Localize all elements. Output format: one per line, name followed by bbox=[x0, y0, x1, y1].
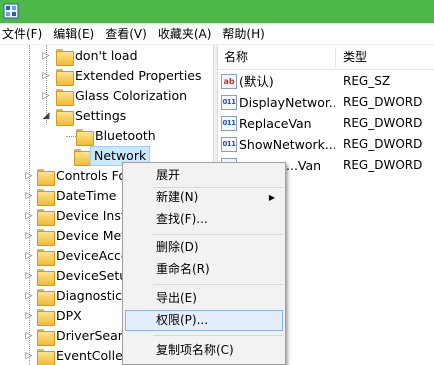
folder-icon bbox=[37, 189, 55, 206]
tree-item-dont-load[interactable]: ▷ don't load bbox=[0, 46, 213, 66]
collapse-arrow-icon[interactable]: ◢ bbox=[41, 110, 51, 122]
expand-arrow-icon[interactable]: ▷ bbox=[41, 90, 51, 102]
folder-icon bbox=[56, 69, 74, 86]
menu-item-export[interactable]: 导出(E) bbox=[125, 288, 283, 309]
menu-favorites[interactable]: 收藏夹(A) bbox=[154, 23, 219, 45]
folder-icon bbox=[37, 169, 55, 186]
list-item[interactable]: 011 ReplaceVan REG_DWORD bbox=[218, 113, 434, 134]
expand-arrow-icon[interactable]: ▷ bbox=[41, 50, 51, 62]
folder-icon bbox=[76, 129, 94, 146]
column-header-type[interactable]: 类型 bbox=[343, 45, 367, 70]
list-item[interactable]: ab (默认) REG_SZ bbox=[218, 71, 434, 92]
menu-view[interactable]: 查看(V) bbox=[101, 23, 154, 45]
menu-item-find[interactable]: 查找(F)... bbox=[125, 209, 283, 230]
regedit-app-icon[interactable] bbox=[3, 3, 19, 19]
string-value-icon: ab bbox=[221, 74, 237, 89]
expand-arrow-icon[interactable]: ▷ bbox=[24, 330, 34, 342]
folder-icon bbox=[37, 349, 55, 365]
folder-icon bbox=[37, 269, 55, 286]
list-header: 名称 类型 bbox=[218, 45, 434, 70]
list-item[interactable]: 011 DisplayNetwor... REG_DWORD bbox=[218, 92, 434, 113]
expand-arrow-icon[interactable]: ▷ bbox=[24, 190, 34, 202]
folder-icon bbox=[37, 209, 55, 226]
folder-icon bbox=[37, 249, 55, 266]
menu-item-expand[interactable]: 展开 bbox=[125, 165, 283, 186]
expand-arrow-icon[interactable]: ▷ bbox=[24, 170, 34, 182]
title-bar bbox=[0, 0, 434, 23]
dword-value-icon: 011 bbox=[221, 116, 237, 131]
menu-item-new-label: 新建(N) bbox=[156, 190, 199, 204]
tree-item-extended-properties[interactable]: ▷ Extended Properties bbox=[0, 66, 213, 86]
expand-arrow-icon[interactable]: ▷ bbox=[24, 310, 34, 322]
submenu-arrow-icon: ▶ bbox=[268, 193, 275, 202]
expand-arrow-icon[interactable]: ▷ bbox=[24, 230, 34, 242]
menu-item-new[interactable]: 新建(N) ▶ bbox=[125, 187, 283, 208]
tree-connector-line bbox=[66, 136, 76, 137]
folder-open-icon bbox=[56, 109, 74, 126]
menu-edit[interactable]: 编辑(E) bbox=[49, 23, 101, 45]
menu-separator bbox=[153, 284, 283, 285]
folder-icon bbox=[74, 149, 92, 166]
menu-separator bbox=[153, 234, 283, 235]
menu-item-rename[interactable]: 重命名(R) bbox=[125, 259, 283, 280]
dword-value-icon: 011 bbox=[221, 95, 237, 110]
menu-item-permissions[interactable]: 权限(P)... bbox=[125, 310, 283, 331]
column-divider[interactable] bbox=[335, 48, 336, 67]
folder-icon bbox=[37, 309, 55, 326]
expand-arrow-icon[interactable]: ▷ bbox=[24, 290, 34, 302]
expand-arrow-icon[interactable]: ▷ bbox=[24, 210, 34, 222]
menu-item-delete[interactable]: 删除(D) bbox=[125, 237, 283, 258]
expand-arrow-icon[interactable]: ▷ bbox=[24, 250, 34, 262]
folder-icon bbox=[37, 289, 55, 306]
expand-arrow-icon[interactable]: ▷ bbox=[24, 270, 34, 282]
folder-icon bbox=[37, 229, 55, 246]
menu-file[interactable]: 文件(F) bbox=[0, 23, 49, 45]
tree-item-settings[interactable]: ◢ Settings bbox=[0, 106, 213, 126]
tree-item-glass-colorization[interactable]: ▷ Glass Colorization bbox=[0, 86, 213, 106]
folder-icon bbox=[56, 89, 74, 106]
menu-separator bbox=[153, 335, 283, 336]
context-menu: 展开 新建(N) ▶ 查找(F)... 删除(D) 重命名(R) 导出(E) 权… bbox=[122, 162, 286, 365]
menu-bar: 文件(F) 编辑(E) 查看(V) 收藏夹(A) 帮助(H) bbox=[0, 23, 434, 45]
menu-help[interactable]: 帮助(H) bbox=[218, 23, 271, 45]
folder-icon bbox=[56, 49, 74, 66]
column-header-name[interactable]: 名称 bbox=[224, 45, 248, 70]
tree-item-bluetooth[interactable]: Bluetooth bbox=[0, 126, 213, 146]
expand-arrow-icon[interactable]: ▷ bbox=[41, 70, 51, 82]
dword-value-icon: 011 bbox=[221, 137, 237, 152]
expand-arrow-icon[interactable]: ▷ bbox=[24, 350, 34, 362]
list-item[interactable]: 011 ShowNetwork... REG_DWORD bbox=[218, 134, 434, 155]
folder-icon bbox=[37, 329, 55, 346]
menu-item-copy-key-name[interactable]: 复制项名称(C) bbox=[125, 340, 283, 361]
